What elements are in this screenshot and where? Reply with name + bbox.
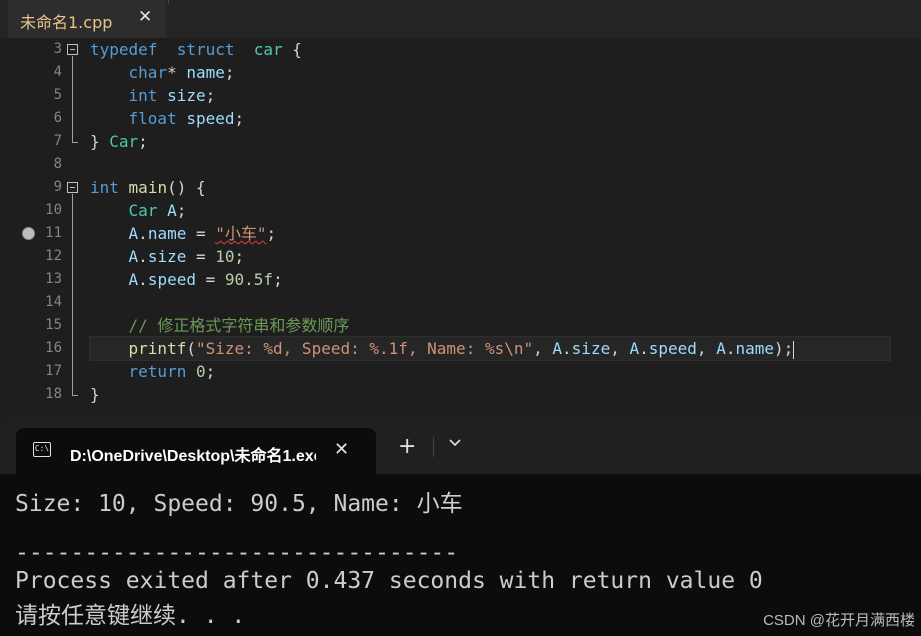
fold-guide [72,56,73,142]
tab-separator [433,437,434,457]
output-line-separator: -------------------------------- [15,540,459,566]
output-line-press-any-key: 请按任意键继续. . . [15,603,246,629]
close-tab-icon[interactable]: ✕ [138,7,152,27]
code-text: } [90,385,100,404]
fold-guide-end [72,142,78,143]
output-line-result: Size: 10, Speed: 90.5, Name: 小车 [15,491,463,517]
file-tab[interactable]: 未命名1.cpp ✕ [8,0,166,39]
code-text: int main() { [90,178,206,197]
code-text: typedef struct car { [90,40,302,59]
code-text: A.size = 10; [128,247,245,266]
fold-toggle-icon[interactable] [67,182,78,193]
code-line[interactable]: 7 } Car; [0,130,921,153]
line-number: 3 [53,41,62,57]
code-line[interactable]: 5 int size; [0,84,921,107]
terminal-window[interactable]: C:\ D:\OneDrive\Desktop\未命名1.exe ✕ + Siz… [0,416,921,636]
code-line[interactable]: 10 Car A; [0,199,921,222]
watermark: CSDN @花开月满西楼 [763,612,915,629]
code-text: float speed; [128,109,245,128]
console-icon: C:\ [33,442,51,457]
editor-tab-bar: 未命名1.cpp ✕ [0,0,921,39]
line-number: 6 [53,110,62,126]
fold-guide-end [72,395,78,396]
code-line[interactable]: 9 int main() { [0,176,921,199]
code-text: A.speed = 90.5f; [128,270,283,289]
code-line[interactable]: 4 char* name; [0,61,921,84]
line-number: 10 [45,202,62,218]
code-text: } Car; [90,132,148,151]
code-text: printf("Size: %d, Speed: %.1f, Name: %s\… [128,339,795,359]
text-caret [793,340,795,359]
line-number: 9 [53,179,62,195]
line-number: 13 [45,271,62,287]
code-text: return 0; [128,362,216,381]
terminal-tab-strip: C:\ D:\OneDrive\Desktop\未命名1.exe ✕ + [0,416,921,474]
line-number: 8 [53,156,62,172]
code-text: // 修正格式字符串和参数顺序 [128,316,350,335]
chevron-down-icon[interactable] [448,436,462,450]
close-terminal-tab-icon[interactable]: ✕ [334,439,349,460]
code-text: Car A; [128,201,187,220]
tab-divider [168,0,169,4]
code-area[interactable]: 3 typedef struct car {4 char* name; 5 int … [0,38,921,420]
terminal-tab-title: D:\OneDrive\Desktop\未命名1.exe [70,448,316,465]
breakpoint-icon[interactable] [22,227,35,240]
line-number: 4 [53,64,62,80]
code-line[interactable]: 18} [0,383,921,406]
line-number: 15 [45,317,62,333]
line-number: 16 [45,340,62,356]
terminal-tab[interactable]: C:\ D:\OneDrive\Desktop\未命名1.exe ✕ [16,428,376,474]
code-line[interactable]: 11 A.name = "小车"; [0,222,921,245]
line-number: 5 [53,87,62,103]
code-line[interactable]: 16 printf("Size: %d, Speed: %.1f, Name: … [0,336,921,361]
code-line[interactable]: 14 [0,291,921,314]
code-line[interactable]: 12 A.size = 10; [0,245,921,268]
line-number: 7 [53,133,62,149]
fold-guide [72,194,73,395]
line-number: 18 [45,386,62,402]
code-line[interactable]: 15 // 修正格式字符串和参数顺序 [0,314,921,337]
code-line[interactable]: 13 A.speed = 90.5f; [0,268,921,291]
code-text: char* name; [128,63,235,82]
output-line-process-exit: Process exited after 0.437 seconds with … [15,568,763,594]
line-number: 12 [45,248,62,264]
file-tab-title: 未命名1.cpp [20,13,113,32]
code-editor[interactable]: 未命名1.cpp ✕ 3 typedef struct car { 4 char* … [0,0,921,420]
fold-toggle-icon[interactable] [67,44,78,55]
code-text: int size; [128,86,216,105]
code-line[interactable]: 6 float speed; [0,107,921,130]
code-line[interactable]: 17 return 0; [0,360,921,383]
line-number: 14 [45,294,62,310]
line-number: 17 [45,363,62,379]
new-tab-button[interactable]: + [398,436,416,458]
code-text: A.name = "小车"; [128,224,277,243]
code-line[interactable]: 3 typedef struct car { [0,38,921,61]
code-line[interactable]: 8 [0,153,921,176]
